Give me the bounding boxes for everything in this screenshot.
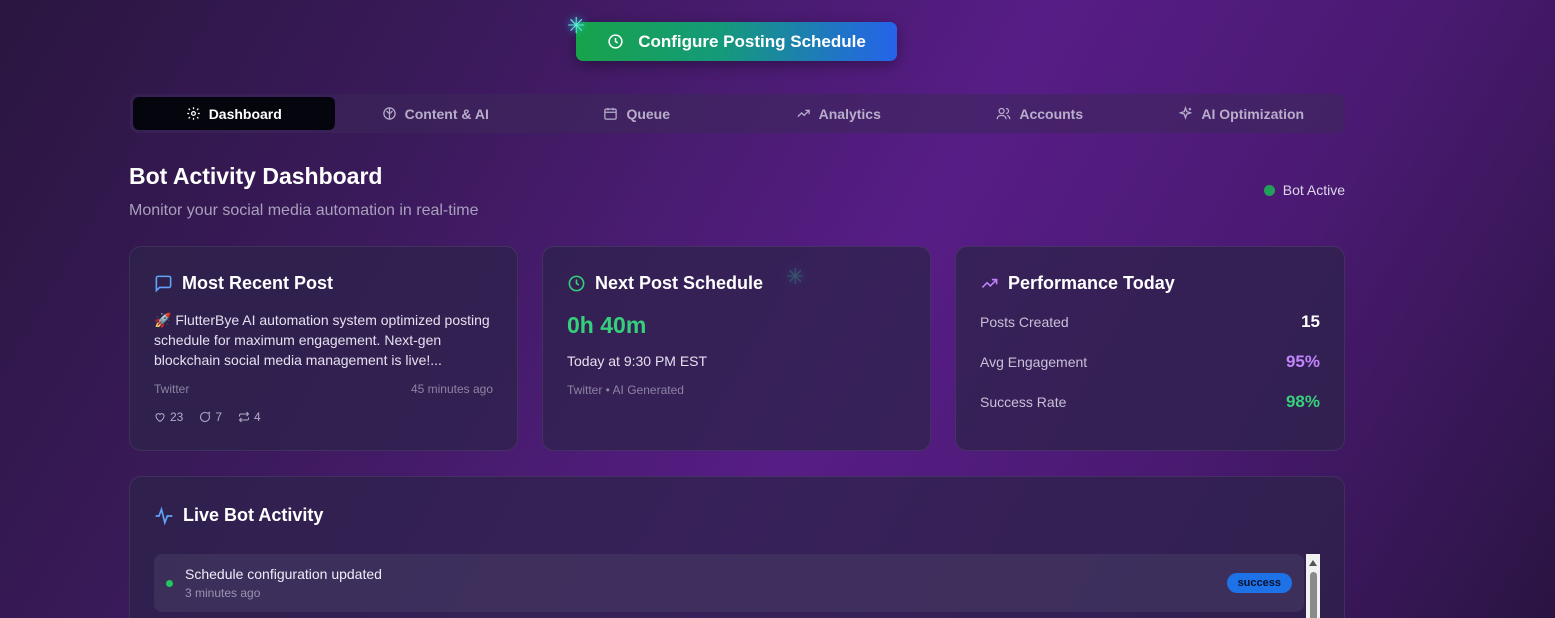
sparkle-icon: ✳: [567, 13, 586, 38]
calendar-icon: [604, 107, 618, 120]
status-label: Bot Active: [1282, 182, 1345, 198]
scroll-up-icon[interactable]: [1309, 560, 1317, 566]
post-platform: Twitter: [154, 382, 190, 396]
tab-label: Analytics: [818, 105, 881, 122]
tab-dashboard[interactable]: Dashboard: [133, 97, 335, 130]
activity-time: 3 minutes ago: [185, 586, 261, 600]
repeat-icon: [238, 411, 250, 423]
likes-stat: 23: [154, 410, 183, 424]
perf-value: 98%: [1285, 392, 1320, 411]
next-post-time: Today at 9:30 PM EST: [567, 353, 708, 369]
activity-title: Schedule configuration updated: [185, 566, 382, 582]
post-time: 45 minutes ago: [410, 382, 493, 396]
heart-icon: [155, 413, 165, 423]
next-post-card: Next Post Schedule 0h 40m Today at 9:30 …: [542, 246, 931, 451]
card-title-label: Performance Today: [1008, 273, 1175, 293]
bot-status: Bot Active: [1263, 182, 1345, 198]
perf-label: Avg Engagement: [980, 354, 1088, 370]
tab-label: AI Optimization: [1201, 105, 1305, 122]
tab-analytics[interactable]: Analytics: [738, 97, 940, 130]
live-bot-activity-panel: Live Bot Activity Schedule configuration…: [129, 476, 1345, 618]
card-title-label: Most Recent Post: [182, 273, 334, 293]
brain-icon: [382, 107, 396, 120]
tab-label: Content & AI: [404, 105, 489, 122]
perf-row-success-rate: Success Rate 98%: [980, 382, 1320, 422]
status-badge: success: [1226, 573, 1292, 593]
panel-title: Live Bot Activity: [154, 505, 1320, 526]
comment-icon: [200, 411, 211, 422]
configure-schedule-label: Configure Posting Schedule: [638, 31, 866, 51]
perf-row-avg-engagement: Avg Engagement 95%: [980, 342, 1320, 382]
tab-label: Queue: [626, 105, 671, 122]
configure-schedule-wrap: Configure Posting Schedule: [576, 22, 897, 61]
comments-stat: 7: [199, 410, 222, 424]
perf-label: Success Rate: [980, 394, 1067, 410]
card-title: Next Post Schedule: [567, 273, 906, 294]
activity-icon: [155, 506, 173, 525]
tab-accounts[interactable]: Accounts: [939, 97, 1141, 130]
card-title: Most Recent Post: [154, 273, 493, 294]
scroll-thumb[interactable]: [1309, 572, 1317, 618]
post-stats: 23 7 4: [154, 410, 493, 424]
status-dot-icon: [1263, 184, 1275, 196]
page-subtitle: Monitor your social media automation in …: [129, 202, 479, 219]
tab-content-ai[interactable]: Content & AI: [335, 97, 537, 130]
comments-count: 7: [215, 410, 223, 424]
tab-label: Accounts: [1019, 105, 1084, 122]
performance-card: Performance Today Posts Created 15 Avg E…: [955, 246, 1345, 451]
next-post-meta: Twitter • AI Generated: [567, 383, 684, 397]
perf-value: 15: [1301, 312, 1320, 331]
activity-scrollbar[interactable]: [1306, 554, 1320, 618]
perf-value: 95%: [1285, 352, 1320, 371]
users-icon: [996, 107, 1011, 120]
tab-label: Dashboard: [208, 105, 282, 122]
likes-count: 23: [170, 410, 184, 424]
clock-icon: [568, 275, 585, 292]
activity-item[interactable]: Schedule configuration updated 3 minutes…: [154, 554, 1304, 612]
performance-list: Posts Created 15 Avg Engagement 95% Succ…: [980, 302, 1320, 422]
sparkles-icon: [1178, 106, 1193, 120]
success-dot-icon: [166, 579, 173, 587]
post-meta: Twitter 45 minutes ago: [154, 382, 493, 396]
tab-ai-optimization[interactable]: AI Optimization: [1141, 97, 1343, 130]
card-title-label: Next Post Schedule: [595, 273, 764, 293]
trending-up-icon: [797, 109, 810, 118]
retweets-stat: 4: [238, 410, 261, 424]
configure-schedule-button[interactable]: Configure Posting Schedule: [576, 22, 897, 61]
retweets-count: 4: [254, 410, 261, 424]
countdown: 0h 40m: [567, 312, 647, 338]
post-text: 🚀 FlutterBye AI automation system optimi…: [154, 312, 490, 368]
gear-icon: [186, 107, 200, 120]
clock-icon: [608, 34, 623, 49]
tab-queue[interactable]: Queue: [536, 97, 738, 130]
activity-text: Schedule configuration updated 3 minutes…: [185, 566, 1227, 600]
perf-label: Posts Created: [980, 314, 1069, 330]
page-title: Bot Activity Dashboard: [129, 163, 383, 189]
perf-row-posts-created: Posts Created 15: [980, 302, 1320, 342]
main-tabs: Dashboard Content & AI Queue Analytics A…: [130, 94, 1345, 133]
card-title: Performance Today: [980, 273, 1320, 294]
panel-title-label: Live Bot Activity: [183, 505, 324, 525]
trending-up-icon: [981, 278, 998, 289]
most-recent-post-card: Most Recent Post 🚀 FlutterBye AI automat…: [129, 246, 518, 451]
message-icon: [155, 275, 172, 293]
